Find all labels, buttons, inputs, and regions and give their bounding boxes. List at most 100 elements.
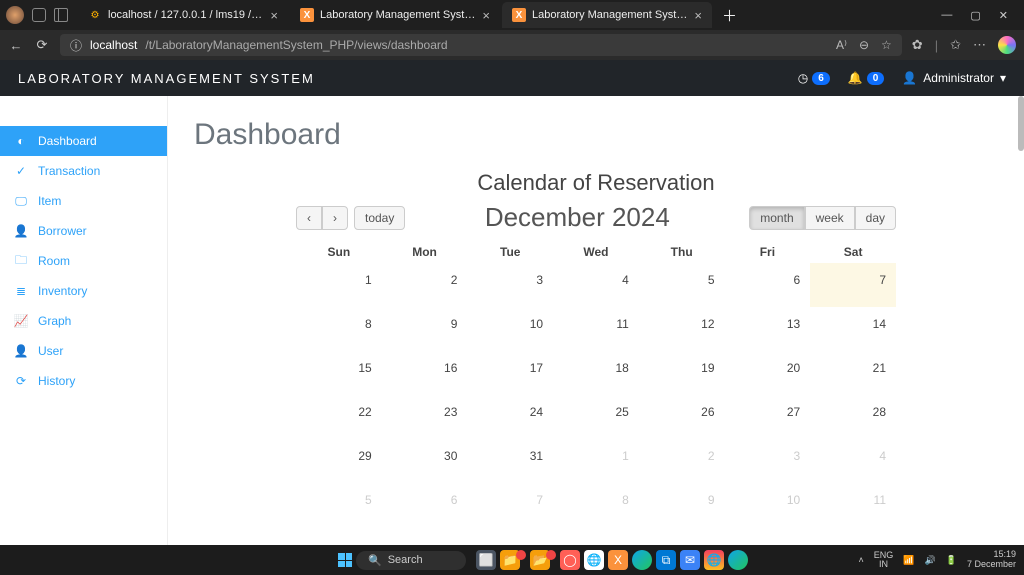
calendar-day-cell[interactable]: 7 [810,263,896,307]
extensions-icon[interactable]: ✿ [912,37,923,53]
sidebar-item-graph[interactable]: 📈 Graph [0,306,167,336]
clock-notification[interactable]: ◷ 6 [798,71,830,85]
calendar-day-cell[interactable]: 30 [382,439,468,483]
taskbar-app-icon[interactable]: ⧉ [656,550,676,570]
calendar-day-cell[interactable]: 13 [725,307,811,351]
taskbar-app-icon[interactable]: 🌐 [704,550,724,570]
battery-icon[interactable]: 🔋 [946,555,957,566]
system-tray[interactable]: ˄ ENG IN 📶 🔊 🔋 15:19 7 December [859,550,1016,570]
refresh-icon[interactable]: ⟳ [34,37,50,53]
taskbar-app-icon[interactable]: X [608,550,628,570]
calendar-day-cell[interactable]: 9 [639,483,725,527]
calendar-day-cell[interactable]: 17 [467,351,553,395]
calendar-day-cell[interactable]: 11 [553,307,639,351]
browser-tab[interactable]: X Laboratory Management System × [290,2,500,28]
calendar-day-cell[interactable]: 8 [296,307,382,351]
workspaces-icon[interactable] [32,8,46,22]
calendar-day-cell[interactable]: 22 [296,395,382,439]
calendar-day-cell[interactable]: 27 [725,395,811,439]
calendar-day-cell[interactable]: 4 [553,263,639,307]
calendar-day-cell[interactable]: 10 [725,483,811,527]
calendar-day-cell[interactable]: 23 [382,395,468,439]
calendar-day-cell[interactable]: 1 [296,263,382,307]
tab-sidebar-icon[interactable] [54,8,68,22]
calendar-day-cell[interactable]: 31 [467,439,553,483]
taskbar-search-input[interactable]: 🔍 Search [356,551,466,570]
calendar-day-cell[interactable]: 2 [382,263,468,307]
favorite-icon[interactable]: ☆ [881,38,892,52]
sidebar-item-borrower[interactable]: 👤 Borrower [0,216,167,246]
site-info-icon[interactable]: ⓘ [70,37,82,54]
calendar-day-cell[interactable]: 20 [725,351,811,395]
calendar-day-cell[interactable]: 28 [810,395,896,439]
calendar-day-cell[interactable]: 29 [296,439,382,483]
sidebar-item-dashboard[interactable]: ◐ Dashboard [0,126,167,156]
taskbar-app-icon[interactable]: ⬜ [476,550,496,570]
calendar-day-cell[interactable]: 24 [467,395,553,439]
bell-notification[interactable]: 🔔 0 [848,71,885,85]
calendar-day-cell[interactable]: 4 [810,439,896,483]
profile-avatar-icon[interactable] [6,6,24,24]
browser-tab-active[interactable]: X Laboratory Management System × [502,2,712,28]
taskbar-app-icon[interactable] [728,550,748,570]
copilot-icon[interactable] [998,36,1016,54]
zoom-icon[interactable]: ⊖ [859,38,869,52]
sidebar-item-history[interactable]: ⟳ History [0,366,167,396]
calendar-day-cell[interactable]: 2 [639,439,725,483]
calendar-day-cell[interactable]: 21 [810,351,896,395]
calendar-day-cell[interactable]: 8 [553,483,639,527]
sidebar-item-inventory[interactable]: ≣ Inventory [0,276,167,306]
browser-tab[interactable]: ⚙ localhost / 127.0.0.1 / lms19 / use × [78,2,288,28]
calendar-day-cell[interactable]: 3 [467,263,553,307]
calendar-day-cell[interactable]: 25 [553,395,639,439]
sidebar-item-item[interactable]: 🖵 Item [0,186,167,216]
calendar-view-week[interactable]: week [805,206,855,230]
start-button[interactable] [338,553,352,567]
collections-icon[interactable]: | [935,38,938,53]
calendar-view-month[interactable]: month [749,206,804,230]
calendar-day-cell[interactable]: 7 [467,483,553,527]
calendar-day-cell[interactable]: 15 [296,351,382,395]
more-icon[interactable]: ⋯ [973,37,986,53]
tab-close-icon[interactable]: × [694,9,702,22]
calendar-view-day[interactable]: day [855,206,896,230]
scrollbar-thumb[interactable] [1018,96,1024,151]
taskbar-app-icon[interactable] [632,550,652,570]
calendar-day-cell[interactable]: 14 [810,307,896,351]
taskbar-app-icon[interactable]: ◯ [560,550,580,570]
new-tab-button[interactable]: ＋ [714,5,745,26]
calendar-day-cell[interactable]: 6 [382,483,468,527]
user-menu[interactable]: 👤 Administrator ▾ [902,71,1006,85]
sound-icon[interactable]: 🔊 [925,555,936,566]
calendar-day-cell[interactable]: 5 [639,263,725,307]
address-input[interactable]: ⓘ localhost /t/LaboratoryManagementSyste… [60,34,902,56]
calendar-day-cell[interactable]: 10 [467,307,553,351]
sidebar-item-room[interactable]: 🗀 Room [0,246,167,276]
calendar-day-cell[interactable]: 1 [553,439,639,483]
window-close-icon[interactable]: ✕ [999,9,1008,22]
favorites-icon[interactable]: ✩ [950,37,961,53]
taskbar-app-icon[interactable]: 📂 [530,550,556,570]
taskbar-app-icon[interactable]: 🌐 [584,550,604,570]
calendar-today-button[interactable]: today [354,206,405,230]
window-minimize-icon[interactable]: — [941,9,952,22]
taskbar-app-icon[interactable]: ✉ [680,550,700,570]
window-maximize-icon[interactable]: ▢ [970,9,980,22]
sidebar-item-user[interactable]: 👤 User [0,336,167,366]
calendar-prev-button[interactable]: ‹ [296,206,322,230]
taskbar-app-icon[interactable]: 📁 [500,550,526,570]
calendar-day-cell[interactable]: 9 [382,307,468,351]
tray-chevron-icon[interactable]: ˄ [859,555,864,565]
wifi-icon[interactable]: 📶 [903,555,914,566]
tab-close-icon[interactable]: × [482,9,490,22]
calendar-day-cell[interactable]: 3 [725,439,811,483]
calendar-day-cell[interactable]: 12 [639,307,725,351]
calendar-day-cell[interactable]: 6 [725,263,811,307]
calendar-day-cell[interactable]: 18 [553,351,639,395]
calendar-day-cell[interactable]: 16 [382,351,468,395]
read-aloud-icon[interactable]: A⁾ [836,38,847,52]
tray-lang[interactable]: ENG IN [874,551,894,569]
calendar-day-cell[interactable]: 26 [639,395,725,439]
back-icon[interactable]: ← [8,38,24,53]
tab-close-icon[interactable]: × [270,9,278,22]
